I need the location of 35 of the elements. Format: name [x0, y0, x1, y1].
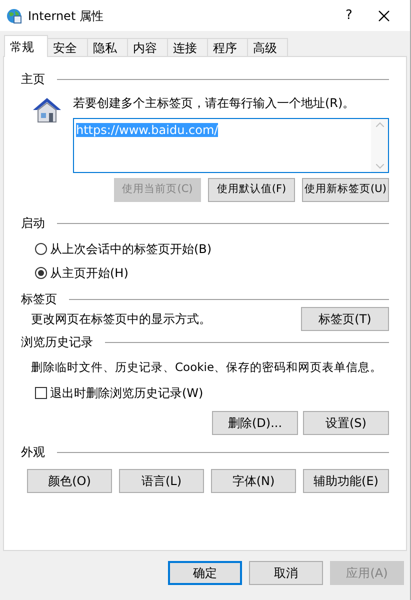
tabs-description: 更改网页在标签页中的显示方式。 [31, 311, 211, 328]
house-icon [31, 96, 63, 124]
home-button[interactable]: 使用默认值(F) [208, 178, 295, 202]
tabs-button[interactable]: 标签页(T) [301, 307, 389, 331]
tab[interactable]: 连接 [167, 38, 208, 57]
checkbox[interactable] [35, 387, 47, 400]
section-heading: 标签页 [21, 291, 57, 308]
home-description: 若要创建多个主标签页，请在每行输入一个地址(R)。 [73, 95, 356, 112]
appearance-button[interactable]: 辅助功能(E) [303, 469, 389, 494]
tab[interactable]: 常规 [4, 35, 48, 57]
history-description: 删除临时文件、历史记录、Cookie、保存的密码和网页表单信息。 [30, 359, 384, 376]
history-button[interactable]: 设置(S) [303, 411, 389, 436]
section-heading: 外观 [21, 444, 45, 462]
radio-button[interactable] [35, 243, 47, 255]
dialog-button[interactable]: 确定 [168, 561, 242, 585]
checkbox-label: 退出时删除浏览历史记录(W) [50, 385, 204, 402]
section-heading: 启动 [21, 215, 45, 232]
help-button[interactable]: ? [334, 6, 364, 26]
section-heading: 浏览历史记录 [21, 334, 93, 351]
history-button[interactable]: 删除(D)... [212, 411, 298, 436]
tab[interactable]: 隐私 [87, 38, 128, 57]
tab[interactable]: 高级 [247, 38, 288, 57]
window-title: Internet 属性 [28, 8, 104, 24]
radio-label: 从上次会话中的标签页开始(B) [50, 241, 212, 258]
section-heading: 主页 [21, 71, 45, 88]
globe-icon [6, 8, 22, 24]
close-icon [378, 10, 390, 22]
appearance-button[interactable]: 语言(L) [119, 469, 204, 494]
dialog-button[interactable]: 取消 [249, 561, 323, 585]
tab[interactable]: 安全 [47, 38, 88, 57]
appearance-button[interactable]: 字体(N) [211, 469, 296, 494]
home-button[interactable]: 使用新标签页(U) [302, 178, 389, 202]
appearance-button[interactable]: 颜色(O) [27, 469, 112, 494]
radio-button[interactable] [35, 267, 47, 279]
radio-label: 从主页开始(H) [50, 265, 128, 282]
